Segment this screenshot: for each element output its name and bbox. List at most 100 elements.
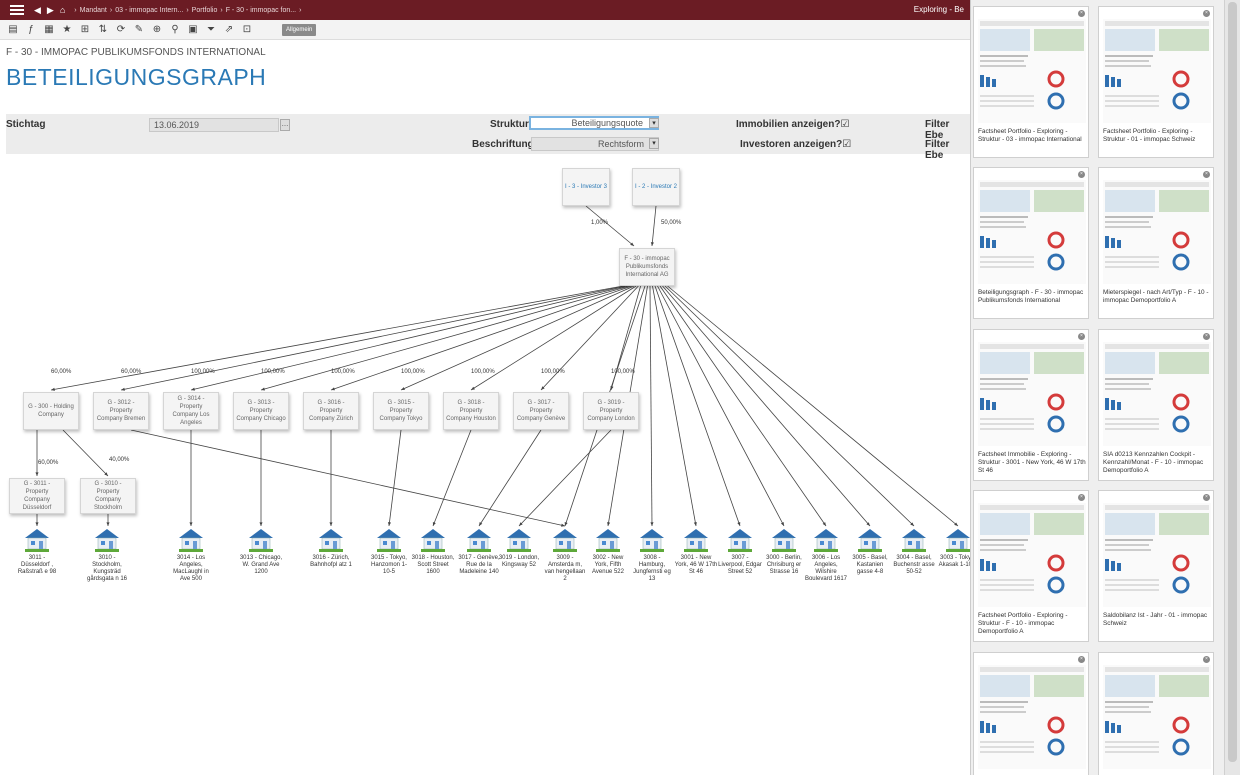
fund-node[interactable]: F - 30 - immopac Publikumsfonds Internat… <box>619 248 675 286</box>
report-card[interactable]: × Factsheet Portfolio - Exploring - Stru… <box>973 6 1089 158</box>
export-icon[interactable]: ⊡ <box>240 23 254 37</box>
allgemein-button[interactable]: Allgemein <box>282 24 317 36</box>
company-node[interactable]: G - 3019 - Property Company London <box>583 392 639 430</box>
property-house-icon[interactable] <box>318 528 344 552</box>
immobilien-checkbox[interactable]: Immobilien anzeigen?☑ <box>736 119 849 130</box>
edit-icon[interactable]: ✎ <box>132 23 146 37</box>
edge-arrow <box>607 522 611 526</box>
menu-icon[interactable] <box>10 5 24 15</box>
struktur-select[interactable]: Beteiligungsquote <box>529 116 659 130</box>
report-thumbnail <box>978 665 1086 769</box>
report-card[interactable]: × <box>973 652 1089 775</box>
company-node[interactable]: G - 3014 - Property Company Los Angeles <box>163 392 219 430</box>
breadcrumb-portfolio-value[interactable]: F - 30 - immopac fon... <box>226 7 296 14</box>
report-card[interactable]: × Saldobilanz Ist - Jahr - 01 - immopac … <box>1098 490 1214 642</box>
property-house-icon[interactable] <box>552 528 578 552</box>
close-icon[interactable]: × <box>1203 10 1210 17</box>
property-house-icon[interactable] <box>506 528 532 552</box>
report-card-title: Beteiligungsgraph - F - 30 - immopac Pub… <box>978 289 1084 304</box>
company-node[interactable]: G - 3018 - Property Company Houston <box>443 392 499 430</box>
report-thumbnail <box>978 503 1086 607</box>
report-card[interactable]: × Factsheet Portfolio - Exploring - Stru… <box>1098 6 1214 158</box>
investor-node[interactable]: I - 2 - Investor 2 <box>632 168 680 206</box>
zoom-icon[interactable]: ⊕ <box>150 23 164 37</box>
property-house-icon[interactable] <box>639 528 665 552</box>
report-card[interactable]: × Beteiligungsgraph - F - 30 - immopac P… <box>973 167 1089 319</box>
edge-investor-fund <box>585 205 635 247</box>
report-card[interactable]: × Factsheet Portfolio - Exploring - Stru… <box>973 490 1089 642</box>
property-house-icon[interactable] <box>376 528 402 552</box>
panel-scrollbar[interactable] <box>1224 0 1240 775</box>
edge-company-property <box>388 429 402 527</box>
property-house-icon[interactable] <box>420 528 446 552</box>
close-icon[interactable]: × <box>1078 171 1085 178</box>
star-icon[interactable]: ★ <box>60 23 74 37</box>
pin-icon[interactable]: ⚲ <box>168 23 182 37</box>
edge-holding-sub <box>62 429 109 477</box>
property-house-icon[interactable] <box>595 528 621 552</box>
report-card[interactable]: × <box>1098 652 1214 775</box>
back-icon[interactable]: ◀ <box>34 5 41 16</box>
report-card[interactable]: × Factsheet Immobilie - Exploring - Stru… <box>973 329 1089 481</box>
property-house-icon[interactable] <box>857 528 883 552</box>
image-icon[interactable]: ▣ <box>186 23 200 37</box>
sort-icon[interactable]: ⇅ <box>96 23 110 37</box>
struktur-label: Struktur <box>490 119 529 130</box>
home-icon[interactable]: ⌂ <box>60 5 65 15</box>
property-house-icon[interactable] <box>683 528 709 552</box>
company-node[interactable]: G - 3013 - Property Company Chicago <box>233 392 289 430</box>
company-node[interactable]: G - 3012 - Property Company Bremen <box>93 392 149 430</box>
company-node[interactable]: G - 3017 - Property Company Genève <box>513 392 569 430</box>
property-house-icon[interactable] <box>24 528 50 552</box>
report-card[interactable]: × Mieterspiegel - nach Art/Typ - F - 10 … <box>1098 167 1214 319</box>
formula-icon[interactable]: ƒ <box>24 23 38 37</box>
company-node[interactable]: G - 300 - Holding Company <box>23 392 79 430</box>
property-house-icon[interactable] <box>901 528 927 552</box>
forward-icon[interactable]: ▶ <box>47 5 54 16</box>
property-house-icon[interactable] <box>771 528 797 552</box>
breadcrumb-mandant[interactable]: Mandant <box>80 7 107 14</box>
close-icon[interactable]: × <box>1078 333 1085 340</box>
stichtag-input[interactable]: 13.06.2019 <box>149 118 279 132</box>
refresh-icon[interactable]: ⟳ <box>114 23 128 37</box>
close-icon[interactable]: × <box>1078 494 1085 501</box>
filter-panel: Stichtag 13.06.2019 … Struktur Beteiligu… <box>6 114 970 161</box>
date-picker-button[interactable]: … <box>280 119 290 131</box>
add-icon[interactable]: ⊞ <box>78 23 92 37</box>
external-link-icon[interactable]: ⇗ <box>222 23 236 37</box>
graph-edges <box>35 205 959 527</box>
close-icon[interactable]: × <box>1078 656 1085 663</box>
close-icon[interactable]: × <box>1203 494 1210 501</box>
breadcrumb-mandant-value[interactable]: 03 - immopac Intern... <box>115 7 183 14</box>
property-house-icon[interactable] <box>178 528 204 552</box>
property-house-icon[interactable] <box>727 528 753 552</box>
subcompany-node[interactable]: G - 3010 - Property Company Stockholm <box>80 478 136 514</box>
close-icon[interactable]: × <box>1203 171 1210 178</box>
edge-arrow <box>35 472 39 476</box>
investoren-checkbox[interactable]: Investoren anzeigen?☑ <box>740 139 851 150</box>
close-icon[interactable]: × <box>1078 10 1085 17</box>
beschriftung-dropdown-icon[interactable]: ▾ <box>649 138 659 149</box>
property-house-icon[interactable] <box>248 528 274 552</box>
edge-arrow <box>106 522 110 526</box>
close-icon[interactable]: × <box>1203 333 1210 340</box>
investor-node[interactable]: I - 3 - Investor 3 <box>562 168 610 206</box>
edge-arrow <box>822 522 826 526</box>
close-icon[interactable]: × <box>1203 656 1210 663</box>
property-label: 3001 - New York, 46 W 17th St 46 <box>674 555 718 575</box>
property-house-icon[interactable] <box>813 528 839 552</box>
breadcrumb-portfolio[interactable]: Portfolio <box>192 7 218 14</box>
scrollbar-thumb[interactable] <box>1228 2 1237 762</box>
company-node[interactable]: G - 3016 - Property Company Zürich <box>303 392 359 430</box>
property-house-icon[interactable] <box>94 528 120 552</box>
pdf-icon[interactable]: ▤ <box>6 23 20 37</box>
beschriftung-select[interactable]: Rechtsform <box>531 137 659 151</box>
calculator-icon[interactable]: ▦ <box>42 23 56 37</box>
company-node[interactable]: G - 3015 - Property Company Tokyo <box>373 392 429 430</box>
property-house-icon[interactable] <box>945 528 970 552</box>
report-card[interactable]: × SIA d0213 Kennzahlen Cockpit - Kennzah… <box>1098 329 1214 481</box>
property-house-icon[interactable] <box>466 528 492 552</box>
subcompany-node[interactable]: G - 3011 - Property Company Düsseldorf <box>9 478 65 514</box>
struktur-dropdown-icon[interactable]: ▾ <box>649 118 659 128</box>
filter-icon[interactable]: ⏷ <box>204 23 218 37</box>
